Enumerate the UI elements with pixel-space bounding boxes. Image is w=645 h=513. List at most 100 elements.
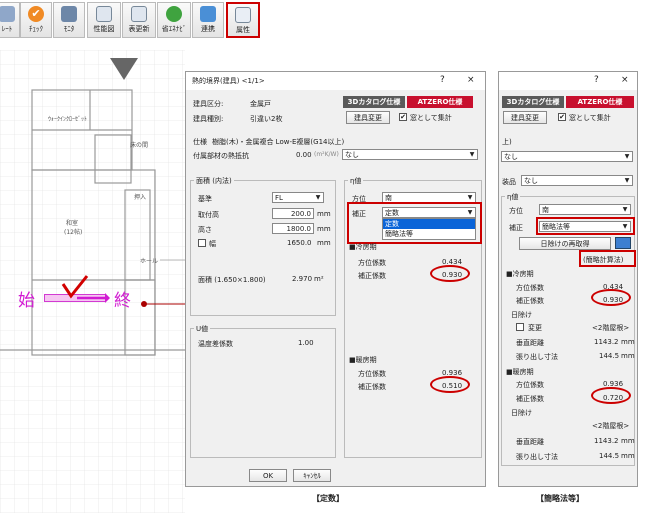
width-label: 幅 xyxy=(209,240,216,248)
width-checkbox[interactable] xyxy=(198,239,206,247)
tab-atzero[interactable]: ATZERO仕様 xyxy=(566,96,634,108)
building-icon[interactable] xyxy=(615,237,631,249)
area-label: 面積 (1.650×1.800) xyxy=(198,276,266,284)
fitting-label: 装品 xyxy=(502,178,516,186)
kind-value: 引違い2枚 xyxy=(250,115,283,123)
heat-vert-value: 1143.2 xyxy=(594,437,619,445)
width-value: 1650.0 xyxy=(287,239,312,247)
temp-coef-label: 温度差係数 xyxy=(198,340,233,348)
heat-dir-coef-label: 方位係数 xyxy=(358,370,386,378)
area-value: 2.970 xyxy=(292,275,313,283)
cool-label: ■冷房期 xyxy=(349,243,377,251)
spec-label: 仕様 xyxy=(193,138,207,146)
area-group-title: 面積 (内法) xyxy=(194,176,234,186)
attribute-icon xyxy=(235,7,251,23)
table-icon xyxy=(131,6,147,22)
reacquire-shade-button[interactable]: 日除けの再取得 xyxy=(519,237,611,250)
toolbar-monitor-button[interactable]: ﾓﾆﾀ xyxy=(53,2,85,38)
help-icon[interactable]: ? xyxy=(594,75,599,85)
window-tally-checkbox[interactable]: ✔ xyxy=(558,113,566,121)
toolbar-check-button[interactable]: ✔ ﾁｪｯｸ xyxy=(20,2,52,38)
heat-label: ■暖房期 xyxy=(506,368,534,376)
correction-highlight xyxy=(347,202,482,244)
cool-label: ■冷房期 xyxy=(506,270,534,278)
window-tally-checkbox[interactable]: ✔ xyxy=(399,113,407,121)
heat-shade-label: 日除け xyxy=(511,409,532,417)
close-icon[interactable]: × xyxy=(621,75,629,85)
heat-floor-tag: <2階屋根> xyxy=(592,422,630,430)
attach-select[interactable]: なし ▼ xyxy=(342,149,478,160)
heat-dir-coef-label: 方位係数 xyxy=(516,381,544,389)
performance-icon xyxy=(96,6,112,22)
heat-corr-highlight xyxy=(591,387,631,404)
heat-over-value: 144.5 xyxy=(599,452,620,460)
cool-over-value: 144.5 xyxy=(599,352,620,360)
cool-change-checkbox[interactable] xyxy=(516,323,524,331)
cool-dir-coef-label: 方位係数 xyxy=(358,259,386,267)
chevron-down-icon: ▼ xyxy=(622,206,628,213)
cool-vert-unit: mm xyxy=(621,338,635,346)
left-caption: 【定数】 xyxy=(312,494,344,503)
right-dialog: ? × 3Dカタログ仕様 ATZERO仕様 建具変更 ✔ 窓として集計 上) な… xyxy=(498,71,638,487)
attach-select[interactable]: なし ▼ xyxy=(501,151,633,162)
spec-value: 樹脂(木)・金属複合 Low-E複層(G14以上) xyxy=(212,138,345,146)
type-label: 建具区分: xyxy=(193,100,224,108)
room-oshiire: 押入 xyxy=(134,194,147,201)
attach-unit: (m²K/W) xyxy=(314,151,339,158)
pointer-line xyxy=(141,301,185,307)
type-value: 金属戸 xyxy=(250,100,271,108)
tab-3d-catalog[interactable]: 3Dカタログ仕様 xyxy=(502,96,564,108)
help-icon[interactable]: ? xyxy=(440,75,445,85)
height-unit: mm xyxy=(317,225,331,233)
corr-label: 補正 xyxy=(509,224,523,232)
height-label: 高さ xyxy=(198,226,212,234)
change-fitting-button[interactable]: 建具変更 xyxy=(346,111,390,124)
cancel-button[interactable]: ｷｬﾝｾﾙ xyxy=(293,469,331,482)
room-walkin-closet: ｳｫｰｸｲﾝｸﾛｰｾﾞｯﾄ xyxy=(48,116,88,123)
close-icon[interactable]: × xyxy=(467,75,475,85)
method-highlight xyxy=(579,250,636,267)
mount-height-input[interactable]: 200.0 xyxy=(272,208,314,219)
heat-corr-coef-label: 補正係数 xyxy=(516,395,544,403)
direction-select[interactable]: 南 ▼ xyxy=(539,204,631,215)
tab-3d-catalog[interactable]: 3Dカタログ仕様 xyxy=(343,96,405,108)
chevron-down-icon: ▼ xyxy=(469,151,475,158)
cool-dir-coef-label: 方位係数 xyxy=(516,284,544,292)
fitting-select[interactable]: なし ▼ xyxy=(521,175,633,186)
change-fitting-button[interactable]: 建具変更 xyxy=(503,111,547,124)
height-input[interactable]: 1800.0 xyxy=(272,223,314,234)
check-icon: ✔ xyxy=(28,6,44,22)
toolbar-table-update-button[interactable]: 表更新 xyxy=(122,2,156,38)
dir-label: 方位 xyxy=(509,207,523,215)
mount-label: 取付高 xyxy=(198,211,219,219)
cool-over-unit: mm xyxy=(621,352,635,360)
right-dialog-titlebar: ? × xyxy=(499,72,637,90)
chevron-down-icon: ▼ xyxy=(624,153,630,160)
room-washitsu: 和室 xyxy=(66,220,79,227)
toolbar-energy-nav-button[interactable]: 省ｴﾈﾅﾋﾞ xyxy=(157,2,191,38)
window-tally-label: 窓として集計 xyxy=(569,114,611,122)
ok-button[interactable]: OK xyxy=(249,469,287,482)
correction-highlight xyxy=(536,217,635,235)
left-dialog-title: 熱的境界(建具) <1/1> xyxy=(192,77,265,85)
toolbar-performance-button[interactable]: 性能図 xyxy=(87,2,121,38)
toolbar-link-button[interactable]: 連携 xyxy=(192,2,224,38)
monitor-icon xyxy=(61,6,77,22)
heat-vert-unit: mm xyxy=(621,437,635,445)
u-group-title: U値 xyxy=(194,324,211,334)
cool-over-label: 張り出し寸法 xyxy=(516,353,558,361)
heat-vert-label: 垂直距離 xyxy=(516,438,544,446)
toolbar-rate-button[interactable]: ﾚｰﾄ xyxy=(0,2,20,38)
eta-group-title: η値 xyxy=(348,176,364,186)
tab-atzero[interactable]: ATZERO仕様 xyxy=(407,96,473,108)
left-dialog: 熱的境界(建具) <1/1> ? × 建具区分: 金属戸 建具種別: 引違い2枚… xyxy=(185,71,486,487)
width-unit: mm xyxy=(317,239,331,247)
base-label: 基準 xyxy=(198,195,212,203)
toolbar-attribute-button[interactable]: 属性 xyxy=(226,2,260,38)
cool-corr-highlight xyxy=(430,265,470,282)
toolbar: ﾚｰﾄ ✔ ﾁｪｯｸ ﾓﾆﾀ 性能図 表更新 省ｴﾈﾅﾋﾞ 連携 属性 xyxy=(0,0,265,42)
heat-corr-highlight xyxy=(430,376,470,393)
eta-group-title: η値 xyxy=(505,192,521,202)
base-select[interactable]: FL ▼ xyxy=(272,192,324,203)
chevron-down-icon: ▼ xyxy=(624,177,630,184)
